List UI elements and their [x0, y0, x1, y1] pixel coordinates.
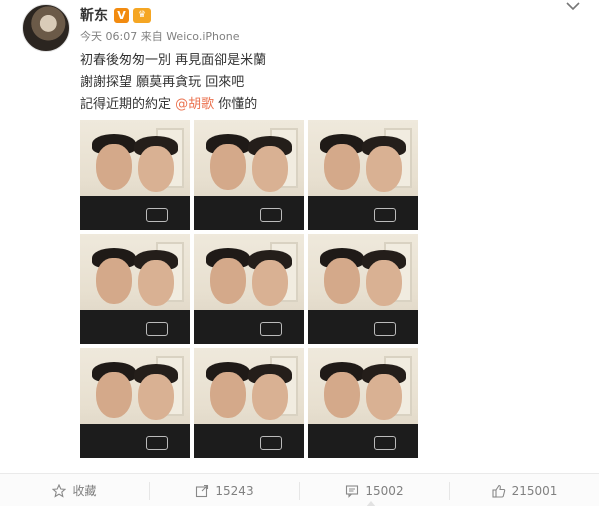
repost-count: 15243 — [215, 483, 254, 498]
photo-thumbnail[interactable] — [80, 348, 190, 458]
post-time[interactable]: 今天 06:07 — [80, 30, 137, 43]
post-line-3-end: 你懂的 — [214, 97, 258, 112]
star-icon — [52, 483, 67, 498]
favorite-button[interactable]: 收藏 — [0, 474, 149, 506]
weibo-post: 靳东 V ♛ 今天 06:07 来自 Weico.iPhone 初春後匆匆一別 … — [0, 0, 599, 506]
repost-button[interactable]: 15243 — [150, 474, 299, 506]
avatar[interactable] — [22, 4, 70, 52]
post-text: 初春後匆匆一別 再見面卻是米蘭 謝謝探望 願莫再貪玩 回來吧 記得近期的約定 @… — [80, 50, 500, 116]
photo-grid — [80, 120, 418, 458]
post-meta: 今天 06:07 来自 Weico.iPhone — [80, 28, 239, 44]
photo-thumbnail[interactable] — [80, 120, 190, 230]
author-row: 靳东 V ♛ — [80, 6, 151, 24]
thumbs-up-icon — [492, 484, 505, 498]
comment-count: 15002 — [365, 483, 404, 498]
verified-badge-icon: V — [114, 7, 129, 23]
photo-thumbnail[interactable] — [308, 234, 418, 344]
photo-thumbnail[interactable] — [194, 348, 304, 458]
member-badge-icon: ♛ — [133, 7, 151, 23]
post-line-3-start: 記得近期的約定 — [80, 97, 176, 112]
comment-icon — [346, 484, 359, 498]
post-source[interactable]: Weico.iPhone — [166, 30, 239, 43]
post-line-1: 初春後匆匆一別 再見面卻是米蘭 — [80, 53, 267, 68]
photo-thumbnail[interactable] — [308, 120, 418, 230]
chevron-down-icon[interactable] — [565, 0, 581, 12]
photo-thumbnail[interactable] — [194, 120, 304, 230]
author-name[interactable]: 靳东 — [80, 5, 108, 25]
like-count: 215001 — [511, 483, 558, 498]
comment-caret-icon — [366, 501, 376, 506]
source-prefix: 来自 — [140, 30, 163, 43]
repost-icon — [196, 484, 209, 497]
photo-thumbnail[interactable] — [194, 234, 304, 344]
photo-thumbnail[interactable] — [80, 234, 190, 344]
like-button[interactable]: 215001 — [450, 474, 599, 506]
post-line-2: 謝謝探望 願莫再貪玩 回來吧 — [80, 75, 245, 90]
mention-link[interactable]: @胡歌 — [175, 97, 214, 112]
favorite-label: 收藏 — [72, 484, 97, 498]
photo-thumbnail[interactable] — [308, 348, 418, 458]
action-bar: 收藏 15243 15002 215001 — [0, 473, 599, 506]
post-line-3: 記得近期的約定 @胡歌 你懂的 — [80, 94, 500, 116]
